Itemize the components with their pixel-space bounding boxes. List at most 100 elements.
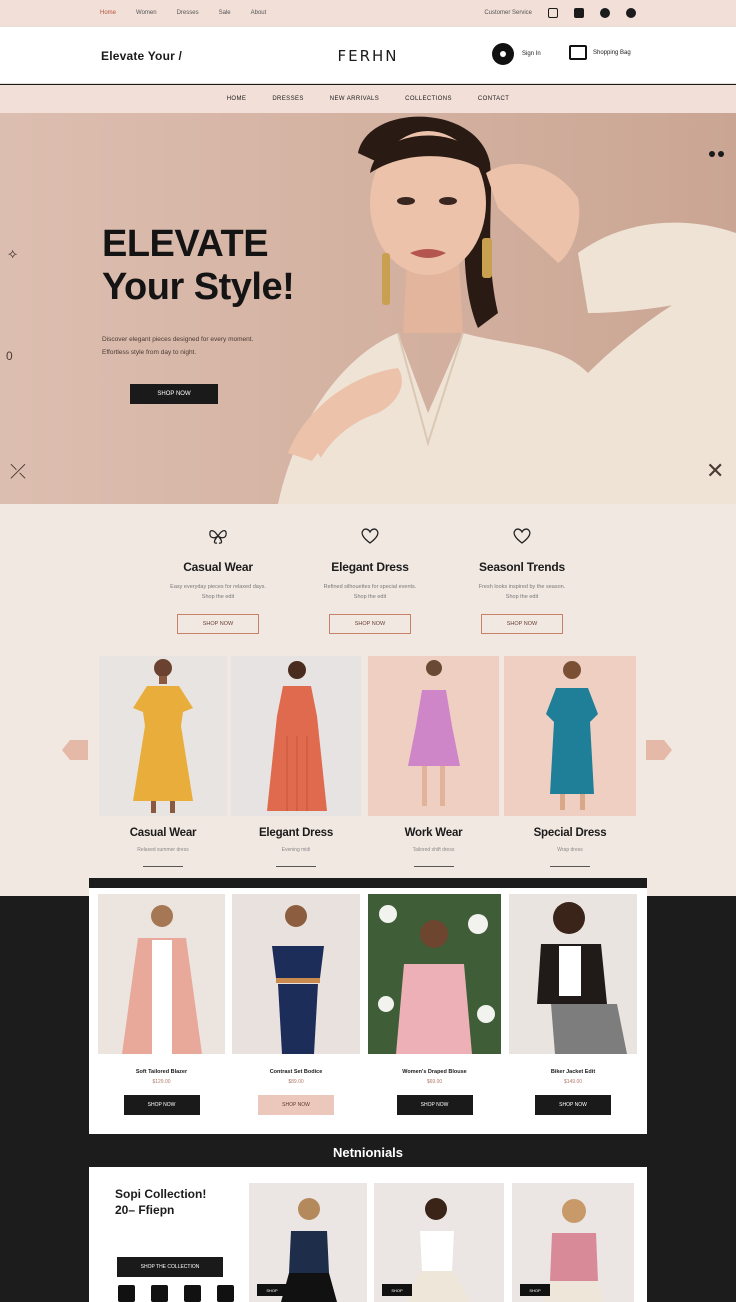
hero-subtitle-line1: Discover elegant pieces designed for eve… (102, 336, 254, 343)
user-icon (492, 43, 514, 65)
hero-pagination[interactable] (709, 151, 724, 157)
category-desc: Fresh looks inspired by the season. Shop … (478, 584, 566, 600)
utility-link-sale[interactable]: Sale (219, 10, 231, 16)
carousel-prev-arrow-icon[interactable] (62, 740, 88, 760)
product-caption: Women's Draped Blouse (402, 1069, 467, 1075)
testimonial-chip[interactable]: SHOP (257, 1284, 287, 1296)
heart-icon (361, 528, 379, 544)
pinterest-icon[interactable] (626, 8, 636, 18)
instagram-icon[interactable] (151, 1285, 168, 1302)
carousel-card-title: Casual Wear (129, 827, 197, 839)
category-shop-button[interactable]: SHOP NOW (177, 614, 259, 634)
product-shop-button[interactable]: SHOP NOW (123, 1095, 200, 1115)
account-label: Sign In (522, 51, 541, 57)
product-card[interactable]: Biker Jacket Edit $149.00 SHOP NOW (509, 894, 637, 1115)
nav-item-dresses[interactable]: DRESSES (272, 96, 303, 102)
carousel-card-desc: Wrap dress (557, 847, 583, 853)
product-caption: Soft Tailored Blazer (135, 1069, 188, 1075)
product-card[interactable]: Contrast Set Bodice $89.00 SHOP NOW (232, 894, 360, 1115)
utility-right: Customer Service (484, 8, 636, 18)
product-image (232, 894, 360, 1054)
category-shop-button[interactable]: SHOP NOW (329, 614, 411, 634)
testimonial-card[interactable]: SHOP (374, 1183, 504, 1302)
featured-products-panel: Soft Tailored Blazer $129.00 SHOP NOW Co… (89, 878, 647, 1134)
social-links (118, 1285, 234, 1302)
collection-heading: Sopi Collection! 20– Ffiepn (115, 1187, 207, 1217)
product-card[interactable]: Women's Draped Blouse $69.00 SHOP NOW (368, 894, 501, 1115)
nav-item-contact[interactable]: CONTACT (478, 96, 509, 102)
nav-item-collections[interactable]: COLLECTIONS (405, 96, 452, 102)
carousel-card[interactable]: Elegant Dress Evening midi (231, 656, 361, 867)
account-button[interactable]: Sign In (492, 43, 541, 65)
testimonial-card[interactable]: SHOP (512, 1183, 634, 1302)
category-shop-button[interactable]: SHOP NOW (481, 614, 563, 634)
product-image (231, 656, 361, 816)
divider (413, 866, 454, 867)
hero-title-line1: ELEVATE (102, 223, 269, 265)
testimonial-chip[interactable]: SHOP (382, 1284, 412, 1296)
product-price: $149.00 (563, 1079, 583, 1085)
customer-service-link[interactable]: Customer Service (484, 10, 532, 16)
carousel-card-title: Special Dress (533, 827, 607, 839)
product-shop-button[interactable]: SHOP NOW (535, 1095, 611, 1115)
product-price: $69.00 (426, 1079, 443, 1085)
category-elegant-dress: Elegant Dress Refined silhouettes for sp… (295, 526, 445, 634)
category-title: Casual Wear (183, 560, 253, 574)
shopping-bag-icon (569, 45, 587, 60)
cart-button[interactable]: Shopping Bag (569, 45, 631, 60)
carousel-card-desc: Evening midi (281, 847, 311, 853)
divider (143, 866, 183, 867)
hero-banner: ⟡ 0 ⤫ ✕ ELEVATE Your Style! Discover ele… (0, 113, 736, 504)
category-title: Seasonl Trends (479, 560, 565, 574)
hero-deco-icon: ⤫ (10, 461, 26, 483)
product-image (99, 656, 227, 816)
category-desc: Easy everyday pieces for relaxed days. Sh… (170, 584, 266, 600)
carousel-card[interactable]: Special Dress Wrap dress (504, 656, 636, 867)
hero-subtitle: Discover elegant pieces designed for eve… (102, 333, 322, 359)
hero-deco-icon: 0 (6, 349, 13, 363)
product-shop-button[interactable]: SHOP NOW (258, 1095, 334, 1115)
product-image (368, 894, 501, 1054)
search-icon[interactable] (548, 8, 558, 18)
nav-item-home[interactable]: HOME (227, 96, 247, 102)
hero-title-line2: Your Style! (102, 266, 295, 308)
facebook-icon[interactable] (184, 1285, 201, 1302)
product-card[interactable]: Soft Tailored Blazer $129.00 SHOP NOW (98, 894, 225, 1115)
divider (550, 866, 590, 867)
carousel-card-title: Elegant Dress (258, 827, 334, 839)
utility-link-about[interactable]: About (251, 10, 267, 16)
utility-link-home[interactable]: Home (100, 10, 116, 16)
product-price: $89.00 (288, 1079, 304, 1085)
hero-deco-icon: ⟡ (8, 245, 18, 261)
utility-link-women[interactable]: Women (136, 10, 157, 16)
main-nav: HOME DRESSES NEW ARRIVALS COLLECTIONS CO… (0, 85, 736, 113)
hero-deco-icon: ✕ (706, 458, 725, 483)
page: Home Women Dresses Sale About Customer S… (0, 0, 736, 1302)
category-title: Elegant Dress (331, 560, 409, 574)
testimonial-chip[interactable]: SHOP (520, 1284, 550, 1296)
hero-shop-now-button[interactable]: SHOP NOW (130, 384, 218, 404)
category-casual-wear: Casual Wear Easy everyday pieces for rel… (143, 526, 293, 634)
utility-links: Home Women Dresses Sale About (100, 10, 266, 16)
carousel-card-title: Work Wear (404, 827, 463, 839)
carousel-next-arrow-icon[interactable] (646, 740, 672, 760)
hero-subtitle-line2: Effortless style from day to night. (102, 349, 197, 356)
divider (276, 866, 316, 867)
shop-collection-button[interactable]: SHOP THE COLLECTION (117, 1257, 223, 1277)
tiktok-icon[interactable] (217, 1285, 234, 1302)
product-image (504, 656, 636, 816)
product-image (98, 894, 225, 1054)
carousel-card-desc: Tailored shift dress (412, 847, 455, 853)
collection-panel: Sopi Collection! 20– Ffiepn SHOP THE COL… (89, 1167, 647, 1302)
product-shop-button[interactable]: SHOP NOW (396, 1095, 473, 1115)
wishlist-icon[interactable] (574, 8, 584, 18)
facebook-icon[interactable] (118, 1285, 135, 1302)
site-header: Elevate Your / FERHN Sign In Shopping Ba… (0, 26, 736, 84)
nav-item-new-arrivals[interactable]: NEW ARRIVALS (330, 96, 379, 102)
carousel-card[interactable]: Casual Wear Relaxed summer dress (99, 656, 227, 867)
utility-link-dresses[interactable]: Dresses (177, 10, 199, 16)
instagram-icon[interactable] (600, 8, 610, 18)
category-seasonal-trends: Seasonl Trends Fresh looks inspired by t… (447, 526, 597, 634)
carousel-card[interactable]: Work Wear Tailored shift dress (368, 656, 499, 867)
testimonial-card[interactable]: SHOP (249, 1183, 367, 1302)
